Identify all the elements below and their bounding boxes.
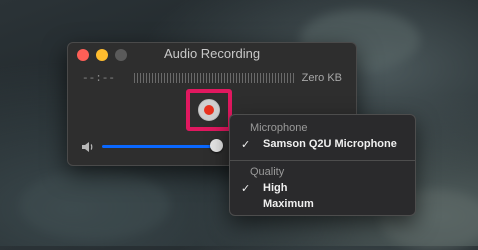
record-button[interactable] <box>198 99 220 121</box>
window-title: Audio Recording <box>163 46 261 61</box>
volume-slider-knob[interactable] <box>210 139 223 152</box>
menu-divider <box>230 160 415 161</box>
checkmark-icon: ✓ <box>241 139 251 151</box>
background-rock <box>20 170 170 240</box>
menu-item-quality-maximum[interactable]: Maximum <box>263 198 314 210</box>
speaker-icon <box>82 142 93 152</box>
volume-slider[interactable] <box>102 145 217 148</box>
checkmark-icon: ✓ <box>241 183 251 195</box>
audio-level-meter <box>134 73 296 83</box>
quality-section-header: Quality <box>250 166 285 178</box>
record-button-highlight <box>186 89 232 131</box>
recording-size: Zero KB <box>301 72 342 84</box>
recording-timer: --:-- <box>82 73 116 85</box>
menu-item-samson-q2u-microphone[interactable]: Samson Q2U Microphone <box>263 138 397 150</box>
microphone-section-header: Microphone <box>250 122 308 134</box>
menu-item-quality-high[interactable]: High <box>263 182 287 194</box>
record-options-menu: Microphone ✓ Samson Q2U Microphone Quali… <box>229 114 416 216</box>
record-dot-icon <box>204 105 214 115</box>
